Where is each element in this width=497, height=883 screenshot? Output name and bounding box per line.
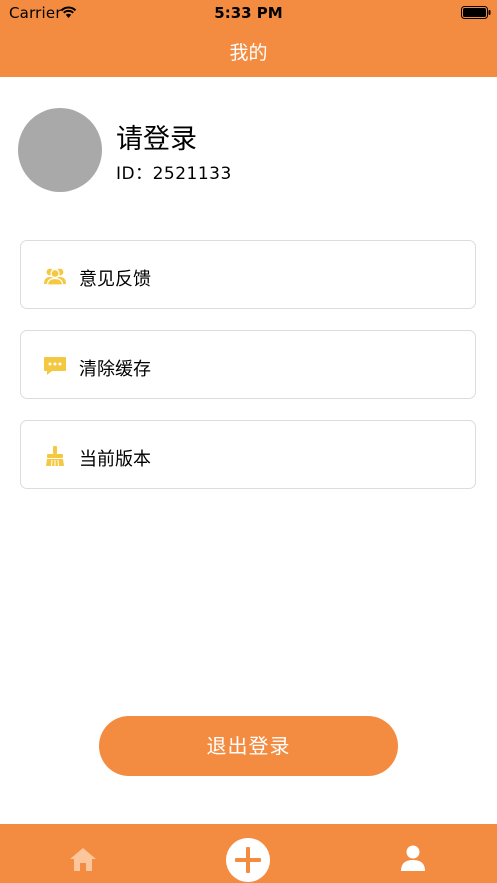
avatar[interactable]	[18, 108, 102, 192]
menu-item-version[interactable]: 当前版本	[20, 420, 476, 489]
page-title: 我的	[229, 42, 268, 64]
plus-circle-icon[interactable]	[225, 837, 271, 883]
chat-icon	[44, 357, 66, 375]
logout-button[interactable]: 退出登录	[99, 716, 398, 776]
tab-bar	[0, 824, 497, 883]
person-icon[interactable]	[399, 844, 427, 872]
user-id: ID：2521133	[116, 164, 232, 184]
status-bar: Carrier 5:33 PM	[0, 0, 497, 26]
menu-item-label: 清除缓存	[79, 359, 151, 380]
status-time: 5:33 PM	[214, 4, 283, 22]
login-prompt[interactable]: 请登录	[116, 117, 197, 156]
broom-icon	[46, 446, 64, 467]
menu-item-feedback[interactable]: 意见反馈	[20, 240, 476, 309]
top-bar: Carrier 5:33 PM 我的	[0, 0, 497, 77]
home-icon[interactable]	[69, 846, 97, 872]
profile-header[interactable]: 请登录 ID：2521133	[0, 77, 497, 217]
menu-item-label: 当前版本	[79, 449, 151, 470]
users-icon	[44, 268, 66, 286]
menu-item-clear-cache[interactable]: 清除缓存	[20, 330, 476, 399]
battery-icon	[461, 6, 491, 19]
menu-item-label: 意见反馈	[79, 269, 151, 290]
